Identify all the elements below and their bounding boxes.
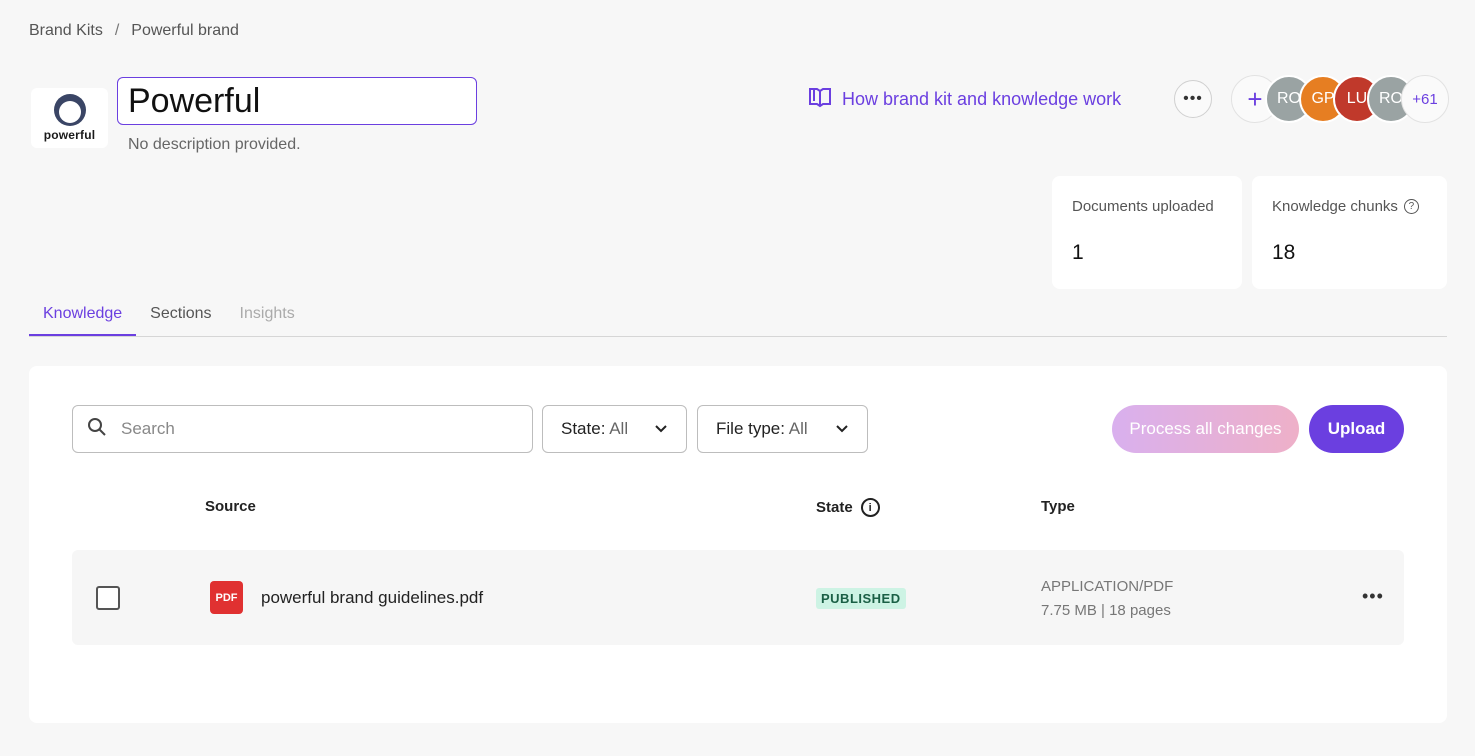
avatar-overflow-count[interactable]: +61 (1401, 75, 1449, 123)
process-all-changes-button[interactable]: Process all changes (1112, 405, 1299, 453)
column-header-state: State i (816, 498, 880, 517)
pdf-file-icon: PDF (210, 581, 243, 614)
filetype-filter-dropdown[interactable]: File type: All (697, 405, 868, 453)
more-options-button[interactable]: ••• (1174, 80, 1212, 118)
state-filter-dropdown[interactable]: State: All (542, 405, 687, 453)
breadcrumb-current: Powerful brand (131, 22, 239, 39)
help-icon[interactable]: ? (1403, 199, 1419, 214)
breadcrumb-root[interactable]: Brand Kits (29, 22, 103, 40)
info-icon[interactable]: i (860, 498, 880, 517)
tab-knowledge[interactable]: Knowledge (29, 296, 137, 336)
breadcrumb-separator: / (114, 22, 120, 39)
knowledge-chunks-label: Knowledge chunks (1272, 198, 1398, 215)
tab-bar: Knowledge Sections Insights (29, 296, 1447, 337)
howto-link[interactable]: How brand kit and knowledge work (808, 86, 1121, 113)
chevron-down-icon (654, 419, 668, 439)
state-filter-label: State: (561, 419, 606, 438)
tab-sections[interactable]: Sections (136, 296, 225, 336)
filetype-filter-value: All (788, 419, 808, 438)
search-input[interactable] (121, 419, 501, 439)
row-more-options-button[interactable]: ••• (1362, 586, 1384, 607)
book-icon (808, 86, 832, 113)
column-header-type: Type (1041, 498, 1075, 515)
knowledge-chunks-value: 18 (1272, 241, 1296, 264)
brand-logo: powerful (31, 88, 108, 148)
collaborators: + RO GP LU RO +61 (1231, 75, 1449, 123)
status-badge: PUBLISHED (816, 588, 906, 609)
upload-button[interactable]: Upload (1309, 405, 1404, 453)
documents-uploaded-card: Documents uploaded 1 (1052, 176, 1242, 289)
tab-insights: Insights (239, 305, 295, 322)
row-checkbox[interactable] (96, 586, 120, 610)
column-header-state-label: State (816, 499, 853, 516)
column-header-source: Source (205, 498, 256, 515)
breadcrumb: Brand Kits / Powerful brand (29, 22, 239, 40)
brand-name-input[interactable] (117, 77, 477, 125)
knowledge-panel: State: All File type: All Process all ch… (29, 366, 1447, 723)
brand-logo-text: powerful (43, 128, 96, 142)
table-row[interactable]: PDF powerful brand guidelines.pdf PUBLIS… (72, 550, 1404, 645)
search-icon (87, 417, 107, 442)
brand-description[interactable]: No description provided. (128, 136, 301, 154)
brand-logo-mark (53, 94, 86, 126)
state-filter-value: All (609, 419, 629, 438)
row-file-type: APPLICATION/PDF (1041, 578, 1174, 595)
chevron-down-icon (835, 419, 849, 439)
documents-uploaded-value: 1 (1072, 241, 1084, 264)
filetype-filter-label: File type: (716, 419, 785, 438)
knowledge-chunks-card: Knowledge chunks ? 18 (1252, 176, 1447, 289)
row-filename[interactable]: powerful brand guidelines.pdf (261, 588, 483, 608)
howto-label: How brand kit and knowledge work (842, 89, 1122, 109)
search-box[interactable] (72, 405, 533, 453)
documents-uploaded-label: Documents uploaded (1072, 198, 1214, 215)
row-file-meta: 7.75 MB | 18 pages (1041, 602, 1171, 619)
